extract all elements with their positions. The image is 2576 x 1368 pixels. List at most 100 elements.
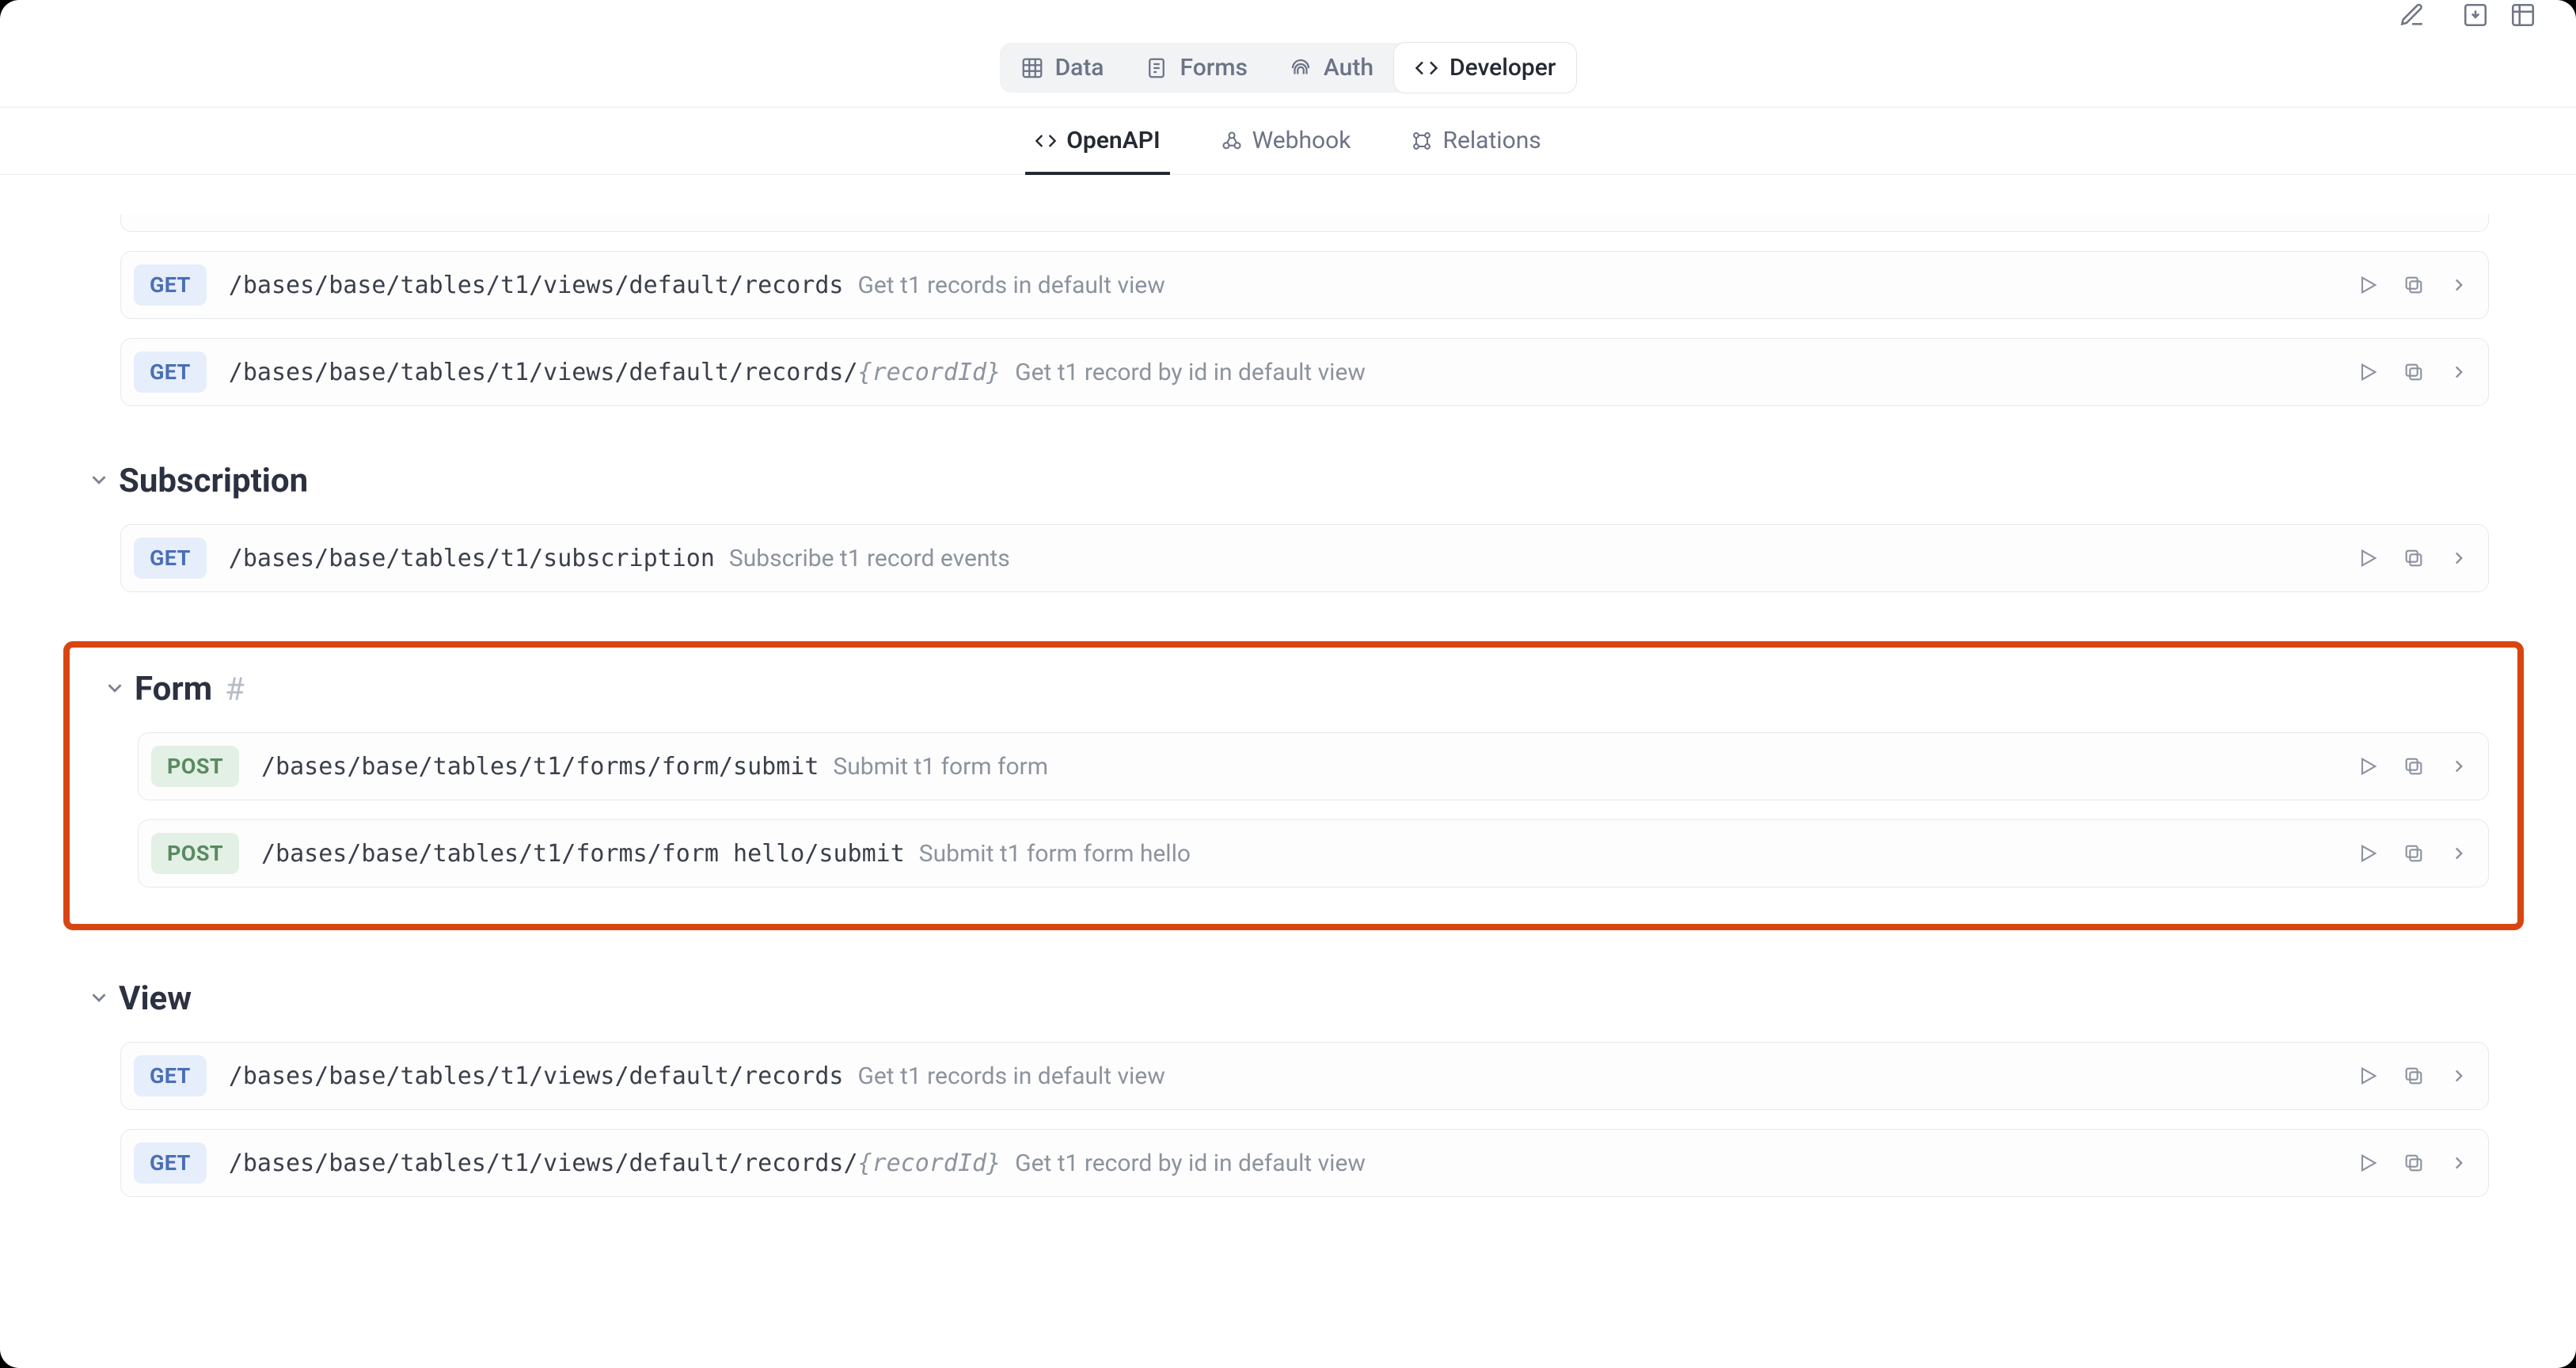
- section-subscription: Subscription GET/bases/base/tables/t1/sub…: [87, 462, 2489, 592]
- chevron-right-icon[interactable]: [2449, 756, 2469, 777]
- tab-forms-label: Forms: [1180, 54, 1247, 82]
- subtab-openapi-label: OpenAPI: [1066, 127, 1160, 154]
- endpoint-path: /bases/base/tables/t1/views/default/reco…: [229, 359, 1001, 386]
- chevron-right-icon[interactable]: [2449, 362, 2469, 382]
- method-badge: POST: [151, 833, 239, 874]
- tab-data-label: Data: [1055, 54, 1104, 82]
- subtab-openapi[interactable]: OpenAPI: [1025, 127, 1169, 175]
- section-header[interactable]: View: [87, 979, 2489, 1018]
- endpoint-row[interactable]: POST/bases/base/tables/t1/forms/form hel…: [138, 819, 2489, 887]
- endpoint-row[interactable]: GET/bases/base/tables/t1/views/default/r…: [120, 338, 2489, 406]
- tab-developer[interactable]: Developer: [1394, 43, 1576, 93]
- tab-group: Data Forms Auth Developer: [1000, 43, 1577, 93]
- path-param: {recordId}: [858, 1150, 1001, 1177]
- endpoint-row[interactable]: GET/bases/base/tables/t1/views/default/r…: [120, 251, 2489, 319]
- endpoint-actions: [2357, 1152, 2469, 1174]
- forms-icon: [1145, 56, 1168, 80]
- endpoint-path: /bases/base/tables/t1/views/default/reco…: [229, 272, 844, 299]
- endpoint-description: Submit t1 form form: [833, 753, 1048, 781]
- path-param: {recordId}: [858, 359, 1001, 386]
- endpoint-list: GET/bases/base/tables/t1/subscription Sub…: [87, 524, 2489, 592]
- method-badge: GET: [134, 1142, 207, 1184]
- chevron-right-icon[interactable]: [2449, 1066, 2469, 1086]
- endpoint-description: Get t1 record by id in default view: [1015, 359, 1366, 386]
- endpoint-row[interactable]: GET/bases/base/tables/t1/views/default/r…: [120, 1042, 2489, 1110]
- method-badge: GET: [134, 538, 207, 579]
- run-icon[interactable]: [2357, 274, 2379, 296]
- chevron-right-icon[interactable]: [2449, 548, 2469, 568]
- app-window: Data Forms Auth Developer OpenAPI Webhoo…: [0, 0, 2576, 1368]
- endpoint-path: /bases/base/tables/t1/subscription: [229, 545, 715, 572]
- endpoint-path: /bases/base/tables/t1/forms/form hello/s…: [261, 840, 905, 868]
- section-anchor[interactable]: #: [225, 671, 245, 708]
- endpoint-row[interactable]: POST: [120, 215, 2489, 232]
- copy-icon[interactable]: [2403, 1065, 2425, 1087]
- subtab-relations[interactable]: Relations: [1401, 127, 1550, 175]
- run-icon[interactable]: [2357, 547, 2379, 569]
- fingerprint-icon: [1289, 56, 1313, 80]
- section-title: Form: [135, 670, 212, 709]
- endpoint-description: Get t1 records in default view: [857, 1062, 1165, 1090]
- content-scroll[interactable]: POST GET/bases/base/tables/t1/views/defau…: [0, 175, 2576, 1353]
- endpoint-description: Subscribe t1 record events: [729, 545, 1010, 572]
- tab-data[interactable]: Data: [1000, 43, 1125, 93]
- grid-icon: [1020, 56, 1044, 80]
- section-title: Subscription: [119, 462, 308, 500]
- section-top: POST GET/bases/base/tables/t1/views/defau…: [87, 215, 2489, 406]
- chevron-down-icon: [87, 468, 111, 495]
- run-icon[interactable]: [2357, 842, 2379, 864]
- chevron-right-icon[interactable]: [2449, 1153, 2469, 1173]
- endpoint-list: POST/bases/base/tables/t1/forms/form/sub…: [87, 732, 2489, 887]
- endpoint-path: /bases/base/tables/t1/forms/form/submit: [261, 753, 819, 781]
- subtab-webhook[interactable]: Webhook: [1211, 127, 1361, 175]
- endpoint-actions: [2357, 755, 2469, 777]
- endpoint-actions: [2357, 1065, 2469, 1087]
- chevron-right-icon[interactable]: [2449, 275, 2469, 295]
- copy-icon[interactable]: [2403, 361, 2425, 383]
- chevron-down-icon: [87, 986, 111, 1013]
- tab-forms[interactable]: Forms: [1124, 43, 1267, 93]
- method-badge: POST: [151, 746, 239, 787]
- run-icon[interactable]: [2357, 1065, 2379, 1087]
- endpoint-row[interactable]: GET/bases/base/tables/t1/views/default/r…: [120, 1129, 2489, 1197]
- endpoint-actions: [2357, 842, 2469, 864]
- tab-auth-label: Auth: [1324, 54, 1373, 82]
- edit-icon[interactable]: [2399, 2, 2426, 32]
- section-form: Form # POST/bases/base/tables/t1/forms/for…: [70, 648, 2517, 924]
- method-badge: GET: [134, 1055, 207, 1096]
- webhook-icon: [1221, 130, 1243, 152]
- endpoint-list: GET/bases/base/tables/t1/views/default/r…: [87, 1042, 2489, 1197]
- section-view: View GET/bases/base/tables/t1/views/defau…: [87, 979, 2489, 1197]
- copy-icon[interactable]: [2403, 755, 2425, 777]
- chevron-right-icon[interactable]: [2449, 843, 2469, 864]
- endpoint-path: /bases/base/tables/t1/views/default/reco…: [229, 1150, 1001, 1177]
- tab-auth[interactable]: Auth: [1268, 43, 1394, 93]
- endpoint-path: /bases/base/tables/t1/views/default/reco…: [229, 1062, 844, 1090]
- endpoint-actions: [2357, 547, 2469, 569]
- copy-icon[interactable]: [2403, 274, 2425, 296]
- copy-icon[interactable]: [2403, 842, 2425, 864]
- copy-icon[interactable]: [2403, 1152, 2425, 1174]
- section-header[interactable]: Subscription: [87, 462, 2489, 500]
- copy-icon[interactable]: [2403, 547, 2425, 569]
- window-toolbar: [0, 0, 2576, 25]
- section-title: View: [119, 979, 192, 1018]
- endpoint-actions: [2357, 361, 2469, 383]
- download-icon[interactable]: [2462, 2, 2489, 32]
- endpoint-description: Submit t1 form form hello: [919, 840, 1191, 868]
- subtab-relations-label: Relations: [1442, 127, 1541, 154]
- code-icon: [1415, 56, 1438, 80]
- section-header[interactable]: Form #: [87, 670, 2489, 709]
- expand-icon[interactable]: [2510, 2, 2536, 32]
- run-icon[interactable]: [2357, 1152, 2379, 1174]
- run-icon[interactable]: [2357, 361, 2379, 383]
- chevron-down-icon: [103, 676, 127, 703]
- endpoint-description: Get t1 records in default view: [857, 272, 1165, 299]
- nav-sub: OpenAPI Webhook Relations: [0, 108, 2576, 175]
- run-icon[interactable]: [2357, 755, 2379, 777]
- endpoint-list: POST GET/bases/base/tables/t1/views/defau…: [87, 215, 2489, 406]
- endpoint-row[interactable]: POST/bases/base/tables/t1/forms/form/sub…: [138, 732, 2489, 800]
- nav-primary: Data Forms Auth Developer: [0, 25, 2576, 108]
- endpoint-row[interactable]: GET/bases/base/tables/t1/subscription Sub…: [120, 524, 2489, 592]
- endpoint-description: Get t1 record by id in default view: [1015, 1150, 1366, 1177]
